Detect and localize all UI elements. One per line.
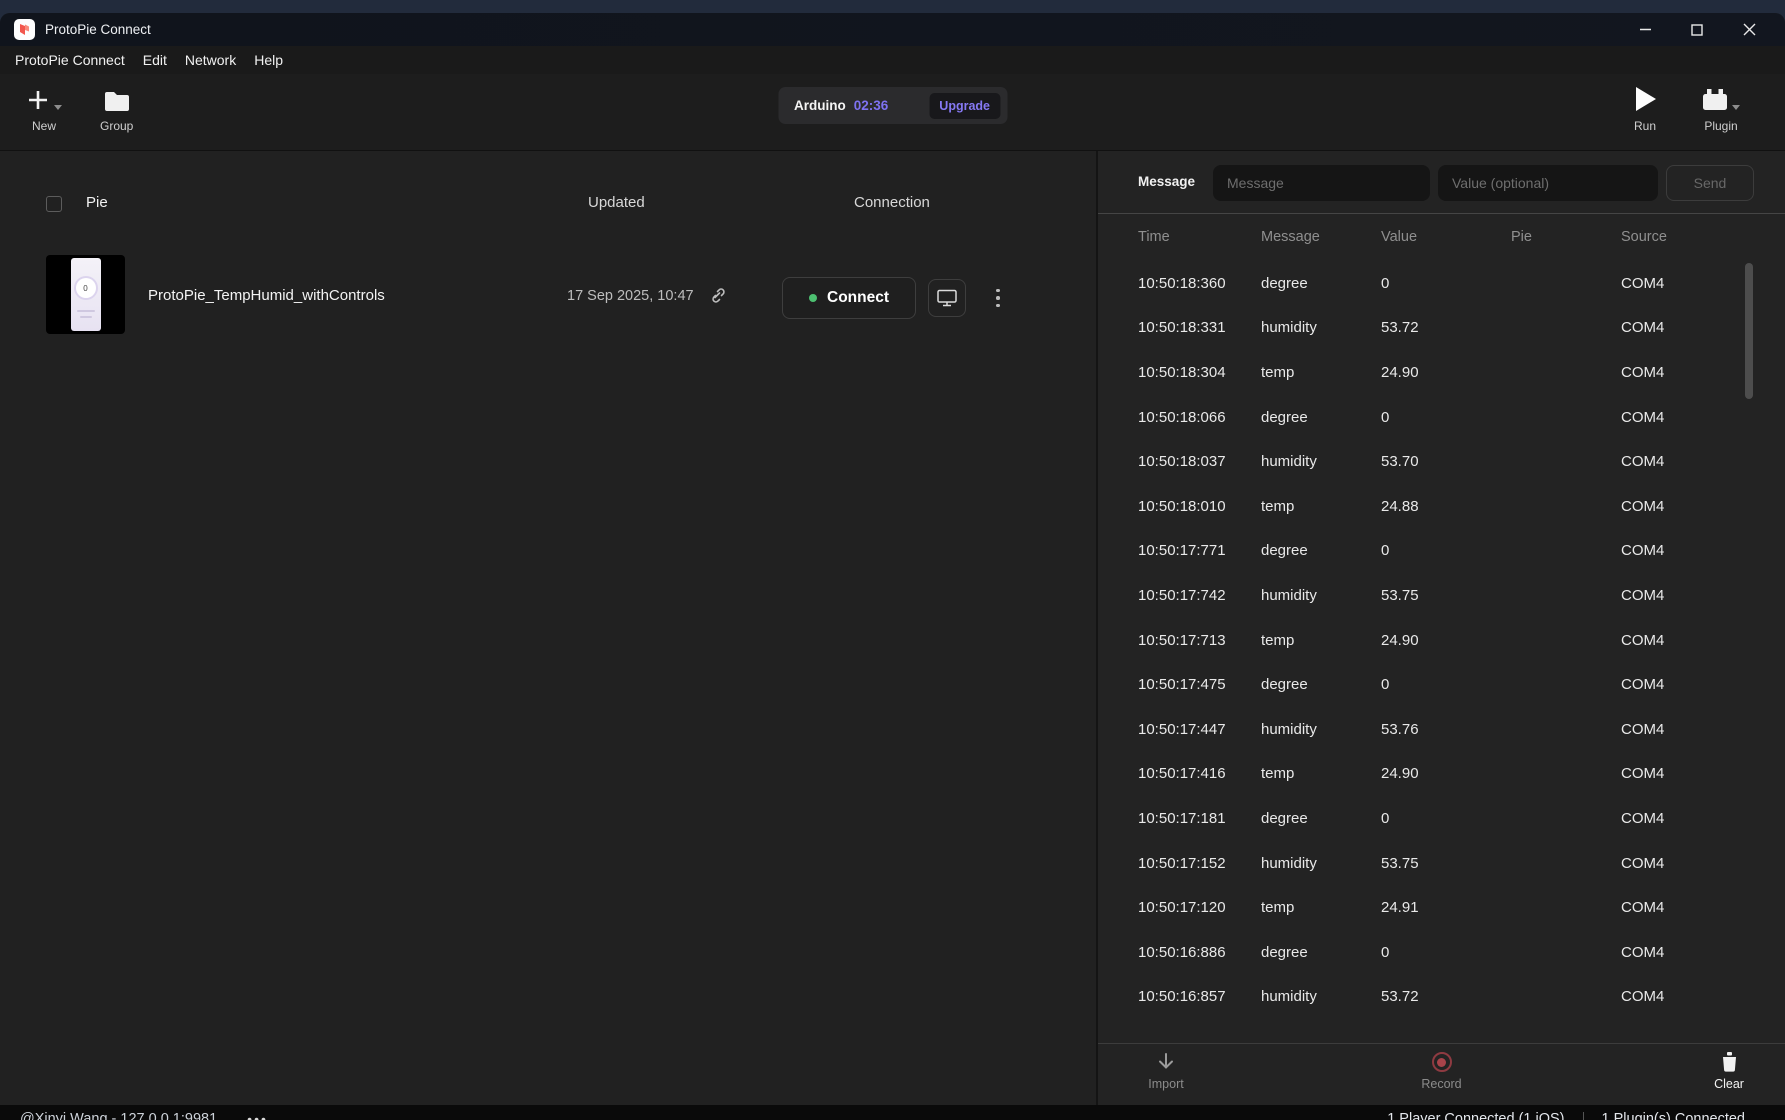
host-address: @Xinyi Wang - 127.0.0.1:9981 [20, 1111, 217, 1120]
scrollbar-thumb[interactable] [1745, 263, 1753, 399]
table-row: 10:50:18:304 temp 24.90 COM4 [1098, 350, 1785, 395]
log-rows: 10:50:18:360 degree 0 COM4 10:50:18:331 … [1098, 261, 1785, 1021]
table-row: 10:50:17:416 temp 24.90 COM4 [1098, 752, 1785, 797]
table-row: 10:50:17:120 temp 24.91 COM4 [1098, 885, 1785, 930]
app-window: ProtoPie Connect ProtoPie Connect Edit N… [0, 13, 1785, 1120]
message-label: Message [1138, 174, 1195, 189]
window-title: ProtoPie Connect [45, 22, 151, 37]
table-row: 10:50:17:742 humidity 53.75 COM4 [1098, 573, 1785, 618]
desktop: ProtoPie Connect ProtoPie Connect Edit N… [0, 0, 1785, 1120]
close-button[interactable] [1723, 13, 1775, 46]
log-table-header: Time Message Value Pie Source [1098, 214, 1785, 260]
pie-name: ProtoPie_TempHumid_withControls [148, 287, 385, 304]
pie-more-button[interactable] [988, 282, 1008, 314]
clear-button[interactable]: Clear [1699, 1052, 1759, 1091]
monitor-icon [937, 289, 957, 307]
maximize-button[interactable] [1671, 13, 1723, 46]
pie-updated: 17 Sep 2025, 10:47 [567, 287, 725, 304]
table-row: 10:50:17:152 humidity 53.75 COM4 [1098, 841, 1785, 886]
table-row: 10:50:16:857 humidity 53.72 COM4 [1098, 975, 1785, 1020]
value-input[interactable] [1438, 165, 1658, 201]
pie-list-panel: Pie Updated Connection 0 ProtoPie_TempHu… [0, 151, 1096, 1105]
select-all-checkbox[interactable] [46, 196, 62, 212]
display-button[interactable] [928, 279, 966, 317]
menu-item-help[interactable]: Help [245, 46, 292, 74]
record-icon [1432, 1052, 1452, 1072]
pie-thumbnail[interactable]: 0 [46, 255, 125, 334]
chevron-down-icon [1732, 105, 1740, 110]
device-status-pill: Arduino 02:36 Upgrade [778, 87, 1007, 124]
window-controls [1619, 13, 1775, 46]
log-col-message: Message [1261, 229, 1381, 245]
table-row: 10:50:18:360 degree 0 COM4 [1098, 261, 1785, 306]
app-logo-icon [14, 19, 35, 40]
chevron-down-icon [54, 105, 62, 110]
divider [1583, 1112, 1584, 1120]
titlebar: ProtoPie Connect [0, 13, 1785, 46]
menubar: ProtoPie Connect Edit Network Help [0, 46, 1785, 74]
status-dot [809, 294, 817, 302]
connect-button[interactable]: Connect [782, 277, 916, 319]
table-row: 10:50:17:771 degree 0 COM4 [1098, 529, 1785, 574]
table-row: 10:50:17:713 temp 24.90 COM4 [1098, 618, 1785, 663]
players-connected: 1 Player Connected (1 iOS) [1387, 1111, 1564, 1120]
phone-preview: 0 [71, 258, 101, 331]
message-input[interactable] [1213, 165, 1430, 201]
plus-icon [26, 86, 62, 112]
column-header-pie: Pie [86, 194, 108, 211]
import-button[interactable]: Import [1136, 1052, 1196, 1091]
log-footer: Import Record Clear [1098, 1043, 1785, 1105]
pie-row: 0 ProtoPie_TempHumid_withControls 17 Sep… [0, 251, 1096, 339]
run-button[interactable]: Run [1633, 86, 1657, 133]
menu-item-network[interactable]: Network [176, 46, 245, 74]
plugins-connected: 1 Plugin(s) Connected [1602, 1111, 1745, 1120]
new-button[interactable]: New [26, 86, 62, 133]
plugin-button[interactable]: Plugin [1702, 86, 1740, 133]
play-icon [1633, 86, 1657, 112]
message-panel: Message Send Time Message Value Pie Sour… [1098, 151, 1785, 1105]
table-row: 10:50:17:181 degree 0 COM4 [1098, 796, 1785, 841]
trash-icon [1721, 1052, 1738, 1072]
dial-widget: 0 [76, 278, 96, 298]
table-row: 10:50:16:886 degree 0 COM4 [1098, 930, 1785, 975]
table-row: 10:50:17:447 humidity 53.76 COM4 [1098, 707, 1785, 752]
device-timer: 02:36 [854, 98, 889, 113]
toolbar: New Group Arduino 02:36 Upgrade Run [0, 74, 1785, 151]
device-name: Arduino [794, 98, 846, 113]
download-arrow-icon [1156, 1052, 1176, 1072]
menu-item-protopie-connect[interactable]: ProtoPie Connect [6, 46, 134, 74]
more-menu-button[interactable]: ••• [247, 1111, 268, 1120]
table-row: 10:50:18:037 humidity 53.70 COM4 [1098, 439, 1785, 484]
send-button[interactable]: Send [1666, 165, 1754, 201]
group-button[interactable]: Group [100, 86, 133, 133]
content: Pie Updated Connection 0 ProtoPie_TempHu… [0, 151, 1785, 1105]
table-row: 10:50:18:010 temp 24.88 COM4 [1098, 484, 1785, 529]
log-col-pie: Pie [1511, 229, 1621, 245]
log-col-value: Value [1381, 229, 1511, 245]
column-header-updated: Updated [588, 194, 645, 211]
column-header-connection: Connection [854, 194, 930, 211]
record-button[interactable]: Record [1407, 1052, 1477, 1091]
plug-icon [1702, 86, 1740, 112]
statusbar: @Xinyi Wang - 127.0.0.1:9981 ••• 1 Playe… [0, 1105, 1785, 1120]
table-row: 10:50:18:331 humidity 53.72 COM4 [1098, 306, 1785, 351]
table-row: 10:50:18:066 degree 0 COM4 [1098, 395, 1785, 440]
table-row: 10:50:17:475 degree 0 COM4 [1098, 662, 1785, 707]
upgrade-button[interactable]: Upgrade [929, 93, 1000, 119]
log-col-time: Time [1138, 229, 1261, 245]
menu-item-edit[interactable]: Edit [134, 46, 176, 74]
pie-list-header: Pie Updated Connection [0, 189, 1096, 219]
folder-icon [104, 86, 130, 112]
link-icon[interactable] [708, 287, 725, 304]
minimize-button[interactable] [1619, 13, 1671, 46]
log-col-source: Source [1621, 229, 1785, 245]
send-bar: Message Send [1098, 151, 1785, 213]
